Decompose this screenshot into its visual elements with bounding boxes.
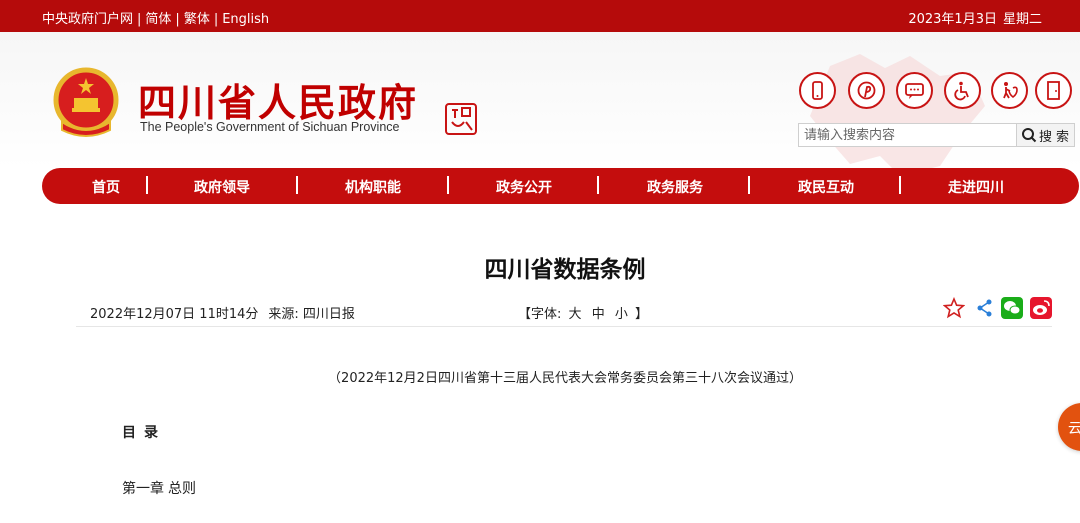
meta-divider [76, 326, 1052, 327]
nav-item-interaction[interactable]: 政民互动 [798, 177, 854, 197]
top-bar: 中央政府门户网 | 简体 | 繁体 | English 2023年1月3日 星期二 [0, 0, 1080, 32]
search-icon [1022, 128, 1037, 143]
share-icon[interactable] [974, 297, 996, 319]
article-title: 四川省数据条例 [484, 257, 646, 283]
mobile-icon[interactable] [799, 72, 836, 109]
separator: | [213, 12, 219, 27]
exit-icon[interactable] [1035, 72, 1072, 109]
nav-divider [597, 176, 599, 194]
article-subtitle: （2022年12月2日四川省第十三届人民代表大会常务委员会第三十八次会议通过） [328, 371, 802, 386]
main-nav: 首页 政府领导 机构职能 政务公开 政务服务 政民互动 走进四川 [42, 168, 1079, 204]
weibo-pin-icon[interactable] [848, 72, 885, 109]
elderly-care-icon[interactable] [991, 72, 1028, 109]
nav-item-gov-affairs[interactable]: 政务公开 [496, 177, 552, 197]
nav-divider [447, 176, 449, 194]
nav-item-institutions[interactable]: 机构职能 [345, 177, 401, 197]
font-medium-button[interactable]: 中 [592, 307, 605, 322]
toc-heading: 目录 [122, 425, 166, 441]
site-title-en: The People's Government of Sichuan Provi… [140, 120, 400, 134]
nav-item-gov-services[interactable]: 政务服务 [647, 177, 703, 197]
chapter-number: 第一章 [122, 481, 164, 497]
font-size-control: 【字体: 大 中 小 】 [518, 303, 648, 322]
date-text: 2023年1月3日 [908, 12, 997, 27]
accessibility-icon[interactable] [944, 72, 981, 109]
chapter-name: 总则 [168, 481, 196, 497]
weibo-icon[interactable] [1030, 297, 1052, 319]
china-seal-logo [445, 103, 477, 135]
font-small-button[interactable]: 小 [615, 307, 628, 322]
message-icon[interactable] [896, 72, 933, 109]
link-simplified[interactable]: 简体 [145, 12, 171, 27]
separator: | [175, 12, 180, 27]
article-meta: 2022年12月07日 11时14分 来源: 四川日报 [90, 303, 355, 322]
font-large-button[interactable]: 大 [569, 307, 582, 322]
nav-divider [748, 176, 750, 194]
search-input[interactable] [799, 124, 1016, 146]
floating-assistant-button[interactable]: 云 [1058, 403, 1080, 451]
weekday-text: 星期二 [1002, 12, 1042, 27]
nav-item-sichuan[interactable]: 走进四川 [948, 177, 1004, 197]
nav-divider [296, 176, 298, 194]
separator: | [137, 12, 142, 27]
chapter-heading: 第一章 总则 [122, 478, 196, 498]
nav-item-leaders[interactable]: 政府领导 [194, 177, 250, 197]
search-button-label: 搜索 [1039, 130, 1074, 145]
link-traditional[interactable]: 繁体 [184, 12, 210, 27]
wechat-icon[interactable] [1001, 297, 1023, 319]
link-gov-portal[interactable]: 中央政府门户网 [42, 12, 133, 27]
nav-item-home[interactable]: 首页 [92, 177, 120, 197]
nav-divider [899, 176, 901, 194]
font-label-close: 】 [635, 307, 649, 322]
publish-date: 2022年12月07日 11时14分 [90, 307, 259, 322]
site-header: 四川省人民政府 The People's Government of Sichu… [0, 32, 1080, 168]
site-title-cn: 四川省人民政府 [138, 81, 419, 125]
font-label-open: 【字体: [518, 307, 562, 322]
current-date: 2023年1月3日 星期二 [908, 8, 1042, 27]
floating-button-label: 云 [1068, 421, 1080, 437]
top-links: 中央政府门户网 | 简体 | 繁体 | English [42, 8, 269, 27]
link-english[interactable]: English [222, 12, 269, 27]
national-emblem-logo [53, 67, 119, 137]
search-button[interactable]: 搜索 [1016, 124, 1074, 146]
star-icon[interactable] [943, 297, 965, 319]
nav-divider [146, 176, 148, 194]
search-box: 搜索 [798, 123, 1075, 147]
article-source: 来源: 四川日报 [268, 307, 355, 322]
